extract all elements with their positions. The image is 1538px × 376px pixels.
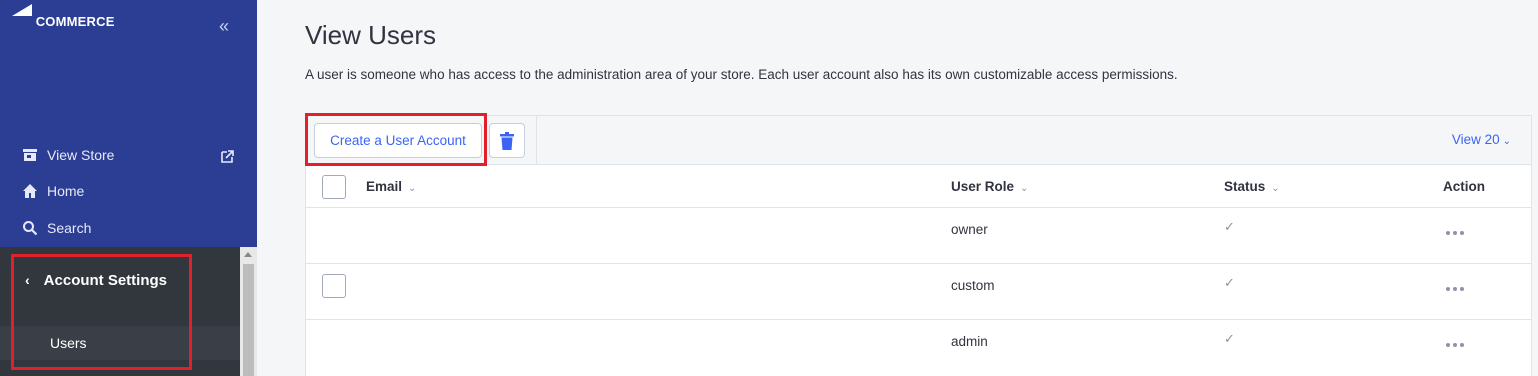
page-title: View Users <box>305 20 437 50</box>
column-header-user-role[interactable]: User Role ⌄ <box>951 179 1028 194</box>
nav-home-label: Home <box>47 183 85 199</box>
table-row: custom ✓ <box>306 264 1531 320</box>
nav-search-label: Search <box>47 220 92 236</box>
column-header-email[interactable]: Email ⌄ <box>366 179 416 194</box>
column-user-role-label: User Role <box>951 179 1015 194</box>
column-header-status[interactable]: Status ⌄ <box>1224 179 1280 194</box>
sidebar-item-users[interactable]: Users <box>0 326 240 360</box>
row-user-role: custom <box>951 278 995 293</box>
row-user-role: admin <box>951 334 988 349</box>
trash-icon <box>500 131 514 150</box>
row-actions-icon[interactable] <box>1446 343 1466 349</box>
nav-view-store-label: View Store <box>47 147 115 163</box>
sidebar-item-users-label: Users <box>50 335 87 351</box>
external-link-icon[interactable] <box>221 150 234 163</box>
collapse-sidebar-icon[interactable]: « <box>219 16 229 37</box>
row-user-role: owner <box>951 222 988 237</box>
table-row: admin ✓ <box>306 320 1531 376</box>
column-action-label: Action <box>1443 179 1485 194</box>
view-count-select[interactable]: View 20 ⌄ <box>1452 132 1511 147</box>
create-user-account-button[interactable]: Create a User Account <box>314 123 482 158</box>
nav-view-store[interactable]: View Store <box>22 147 114 163</box>
chevron-down-icon: ⌄ <box>1020 183 1029 194</box>
column-header-action: Action <box>1443 179 1485 194</box>
chevron-down-icon: ⌄ <box>408 183 417 194</box>
page-description: A user is someone who has access to the … <box>305 67 1178 82</box>
delete-button[interactable] <box>489 123 525 158</box>
table-toolbar: Create a User Account View 20 ⌄ <box>306 116 1531 165</box>
store-icon <box>23 149 37 161</box>
column-email-label: Email <box>366 179 403 194</box>
status-check-icon: ✓ <box>1224 219 1235 234</box>
row-actions-icon[interactable] <box>1446 231 1466 237</box>
table-row: owner ✓ <box>306 208 1531 264</box>
table-header: Email ⌄ User Role ⌄ Status ⌄ Action <box>306 165 1531 208</box>
sidebar: BIG COMMERCE « View Store Home Search ‹ … <box>0 0 257 376</box>
account-settings-title: Account Settings <box>43 271 168 289</box>
scroll-up-arrow-icon[interactable] <box>244 252 252 257</box>
row-actions-icon[interactable] <box>1446 287 1466 293</box>
nav-home[interactable]: Home <box>22 183 84 199</box>
status-check-icon: ✓ <box>1224 275 1235 290</box>
scrollbar-thumb[interactable] <box>243 264 254 376</box>
search-icon <box>23 221 38 236</box>
logo-commerce-text: COMMERCE <box>35 14 115 29</box>
column-status-label: Status <box>1224 179 1266 194</box>
account-settings-back[interactable]: ‹ Account Settings <box>0 247 240 313</box>
select-all-checkbox[interactable] <box>322 175 346 199</box>
chevron-down-icon: ⌄ <box>1271 183 1280 194</box>
account-settings-panel: ‹ Account Settings Users <box>0 247 257 376</box>
users-table-panel: Create a User Account View 20 ⌄ Email ⌄ Us… <box>305 115 1532 376</box>
home-icon <box>23 184 37 198</box>
row-checkbox[interactable] <box>322 274 346 298</box>
chevron-left-icon: ‹ <box>25 272 30 288</box>
chevron-down-icon: ⌄ <box>1502 136 1511 147</box>
logo-mark: BIG <box>12 4 36 29</box>
nav-search[interactable]: Search <box>22 220 91 236</box>
bigcommerce-logo[interactable]: BIG COMMERCE <box>12 4 115 29</box>
status-check-icon: ✓ <box>1224 331 1235 346</box>
view-count-label: View 20 <box>1451 132 1500 147</box>
logo-big-text: BIG <box>12 14 36 29</box>
sidebar-scrollbar[interactable] <box>240 247 257 376</box>
toolbar-divider <box>536 116 537 165</box>
